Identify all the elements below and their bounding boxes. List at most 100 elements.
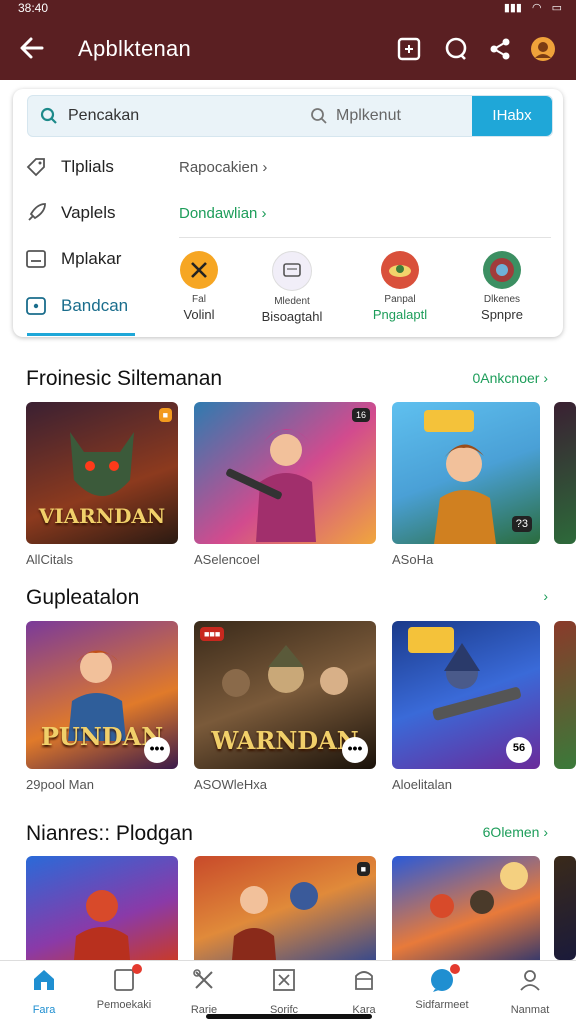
quick-action-label: Bisoagtahl xyxy=(261,309,323,324)
see-all-link[interactable]: › xyxy=(543,588,548,604)
status-bar: 38:40 ▮▮▮ ◠ ▭ xyxy=(0,0,576,18)
badge: 16 xyxy=(351,408,370,422)
quick-action-spnpre[interactable]: Dlkenes Spnpre xyxy=(462,251,542,322)
game-icon xyxy=(381,251,419,289)
badge: ■ xyxy=(158,408,172,422)
search-secondary-text: Mplkenut xyxy=(336,107,401,124)
search-button[interactable]: IHabx xyxy=(472,96,552,136)
menu-item-label: Tlplials xyxy=(61,157,114,176)
active-indicator xyxy=(27,333,135,336)
badge: ?3 xyxy=(511,516,532,532)
globe-icon xyxy=(483,251,521,289)
search-icon xyxy=(40,107,57,124)
nav-item-kara[interactable]: Kara xyxy=(324,967,404,1016)
game-caption: ASoHa xyxy=(392,552,434,567)
game-thumbnail[interactable]: ■■■ WARNDAN ••• xyxy=(194,621,376,769)
share-icon[interactable] xyxy=(487,36,513,62)
game-caption: ASelencoel xyxy=(194,552,260,567)
nav-item-nanmat[interactable]: Nanmat xyxy=(490,967,570,1016)
divider xyxy=(179,237,551,238)
bookmark-icon[interactable] xyxy=(396,36,422,62)
quick-action-caption: Dlkenes xyxy=(483,294,521,305)
menu-item-mplakar[interactable]: Mplakar xyxy=(25,239,175,279)
nav-label: Fara xyxy=(32,1004,56,1016)
section-title: Nianres:: Plodgan xyxy=(26,822,193,845)
more-options-icon[interactable]: ••• xyxy=(342,737,368,763)
menu-item-bandcan[interactable]: Bandcan xyxy=(25,286,175,326)
quick-action-caption: Mledent xyxy=(274,296,310,307)
badge: ■■■ xyxy=(200,627,225,641)
game-thumbnail[interactable] xyxy=(26,856,178,960)
quick-action-pngalaptl[interactable]: Panpal Pngalaptl xyxy=(360,251,440,322)
tag-icon xyxy=(26,158,45,177)
red-hero-art-icon xyxy=(74,890,130,960)
search-input[interactable]: Pencakan xyxy=(68,107,139,125)
menu-item-label: Bandcan xyxy=(61,296,129,315)
tablet-icon xyxy=(272,251,312,291)
section-title: Froinesic Siltemanan xyxy=(26,367,223,390)
nav-item-pemoekaki[interactable]: Pemoekaki xyxy=(84,964,164,1011)
wifi-icon: ◠ xyxy=(531,2,542,14)
chat-bubble-icon xyxy=(429,964,460,993)
game-caption: 29pool Man xyxy=(26,777,94,792)
rocket-icon xyxy=(28,203,46,221)
game-caption: AllCitals xyxy=(26,552,73,567)
section-title: Gupleatalon xyxy=(26,586,140,609)
see-all-link[interactable]: 0Ankcnoer › xyxy=(473,370,548,386)
status-time: 38:40 xyxy=(18,1,49,15)
page-title: Apblktenan xyxy=(78,36,192,61)
game-thumbnail[interactable]: PUNDAN ••• xyxy=(26,621,178,769)
menu-item-vaplels[interactable]: Vaplels xyxy=(25,193,175,233)
badge: ■ xyxy=(356,862,370,876)
link-rapocakien[interactable]: Rapocakien › xyxy=(179,159,267,176)
back-arrow-icon[interactable] xyxy=(16,32,48,64)
game-thumbnail[interactable]: ■ VIARNDAN xyxy=(26,402,178,544)
avatar[interactable] xyxy=(530,36,556,62)
chat-icon[interactable] xyxy=(443,36,469,62)
more-options-icon[interactable]: 56 xyxy=(506,737,532,763)
quick-action-caption: Panpal xyxy=(384,294,416,305)
record-icon xyxy=(26,297,46,315)
signal-icon: ▮▮▮ xyxy=(503,2,522,14)
notification-dot xyxy=(132,964,142,974)
quick-action-caption: Fal xyxy=(192,294,206,305)
quick-action-label: Volinl xyxy=(183,307,215,322)
notification-dot xyxy=(450,964,460,974)
team-heroes-art-icon xyxy=(232,882,318,960)
game-thumbnail[interactable] xyxy=(392,856,540,960)
home-indicator xyxy=(206,1014,372,1019)
see-all-link[interactable]: 6Olemen › xyxy=(483,824,548,840)
menu-item-label: Mplakar xyxy=(61,249,122,268)
quick-action-volinl[interactable]: Fal Volinl xyxy=(159,251,239,322)
nav-item-sorifc[interactable]: Sorifc xyxy=(244,967,324,1016)
game-thumbnail[interactable]: ■ xyxy=(194,856,376,960)
game-thumbnail[interactable]: 16 xyxy=(194,402,376,544)
profile-icon xyxy=(520,970,540,991)
close-circle-icon xyxy=(180,251,218,289)
game-caption: Aloelitalan xyxy=(392,777,452,792)
close-box-icon xyxy=(273,969,295,991)
search-bar[interactable]: Pencakan Mplkenut IHabx xyxy=(27,95,553,137)
game-thumbnail-partial[interactable] xyxy=(554,856,576,960)
menu-item-tplials[interactable]: Tlplials xyxy=(25,147,175,187)
battery-icon: ▭ xyxy=(551,2,562,14)
search-icon-secondary xyxy=(311,108,327,124)
nav-label: Sidfarmeet xyxy=(415,999,469,1011)
link-dondawlian[interactable]: Dondawlian › xyxy=(179,205,267,222)
game-thumbnail-partial[interactable] xyxy=(554,621,576,769)
nav-item-rarie[interactable]: Rarie xyxy=(164,967,244,1016)
battle-art-icon xyxy=(430,862,528,918)
nav-item-home[interactable]: Fara xyxy=(4,967,84,1016)
app-bar: Apblktenan xyxy=(0,18,576,80)
nav-item-sidfarmeet[interactable]: Sidfarmeet xyxy=(402,964,482,1011)
game-thumbnail[interactable]: ?3 xyxy=(392,402,540,544)
more-options-icon[interactable]: ••• xyxy=(144,737,170,763)
home-icon xyxy=(34,970,54,990)
document-icon xyxy=(111,964,142,993)
game-thumbnail-partial[interactable] xyxy=(554,402,576,544)
status-icons: ▮▮▮ ◠ ▭ xyxy=(504,1,562,14)
game-thumbnail[interactable]: 56 xyxy=(392,621,540,769)
quick-action-bisoagtahl[interactable]: Mledent Bisoagtahl xyxy=(252,251,332,324)
game-caption: ASOWleHxa xyxy=(194,777,267,792)
inbox-icon xyxy=(26,250,46,268)
